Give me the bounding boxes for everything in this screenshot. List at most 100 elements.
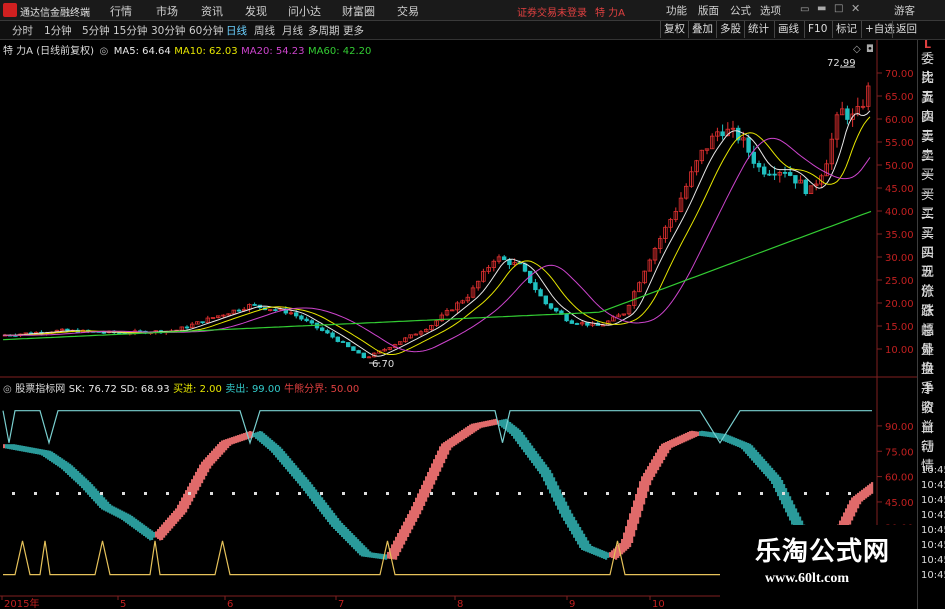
restore-icon[interactable]: ▬ bbox=[817, 3, 826, 14]
indicator-band-segment bbox=[599, 549, 602, 558]
minimize-icon[interactable]: ▭ bbox=[800, 4, 809, 15]
login-notice[interactable]: 证券交易未登录 bbox=[517, 4, 587, 19]
y-tick-label: 10.00 bbox=[885, 345, 914, 356]
bull-bear-dot bbox=[650, 492, 653, 495]
btn-draw[interactable]: 画线 bbox=[774, 21, 802, 38]
indicator-band-segment bbox=[521, 432, 524, 450]
menu-discover[interactable]: 发现 bbox=[245, 3, 267, 19]
period-multi[interactable]: 多周期 bbox=[308, 23, 340, 38]
menu-market[interactable]: 市场 bbox=[156, 3, 178, 19]
indicator-band-segment bbox=[53, 452, 56, 464]
period-5min[interactable]: 5分钟 bbox=[82, 23, 110, 38]
period-weekly[interactable]: 周线 bbox=[254, 23, 275, 38]
menu-news[interactable]: 资讯 bbox=[201, 3, 223, 19]
menu-quotes[interactable]: 行情 bbox=[110, 3, 132, 19]
indicator-band-segment bbox=[361, 543, 364, 557]
period-monthly[interactable]: 月线 bbox=[282, 23, 303, 38]
menu-function[interactable]: 功能 bbox=[666, 3, 687, 18]
bull-bear-dot bbox=[408, 492, 411, 495]
indicator-band-segment bbox=[255, 432, 258, 439]
indicator-band-segment bbox=[263, 433, 266, 446]
indicator-band-segment bbox=[399, 529, 402, 553]
indicator-band-segment bbox=[375, 553, 378, 559]
btn-f10[interactable]: F10 bbox=[804, 21, 830, 38]
btn-fuquan[interactable]: 复权 bbox=[660, 21, 688, 38]
indicator-band-segment bbox=[17, 444, 20, 451]
candle-body bbox=[335, 336, 340, 342]
indicator-band-segment bbox=[19, 445, 22, 452]
indicator-band-segment bbox=[863, 488, 866, 500]
indicator-band-segment bbox=[703, 431, 706, 437]
indicator-band-segment bbox=[241, 433, 244, 442]
price-chart[interactable]: 2015年 5 6 7 8 9 10 70.00 65.00 60.00 55.00 50.00 45… bbox=[0, 40, 917, 609]
indicator-band-segment bbox=[455, 434, 458, 445]
y-tick-label: 65.00 bbox=[885, 92, 914, 103]
indicator-band-segment bbox=[629, 513, 632, 548]
indicator-band-segment bbox=[431, 463, 434, 489]
indicator-band-segment bbox=[127, 513, 130, 525]
indicator-band-segment bbox=[221, 440, 224, 455]
indicator-band-segment bbox=[191, 479, 194, 502]
indicator-band-segment bbox=[541, 459, 544, 478]
bull-bear-dot bbox=[474, 492, 477, 495]
indicator-band-segment bbox=[103, 497, 106, 511]
indicator-band-segment bbox=[573, 516, 576, 538]
indicator-band-segment bbox=[381, 553, 384, 560]
candle-body bbox=[762, 166, 767, 175]
indicator-band-segment bbox=[379, 553, 382, 559]
indicator-band-segment bbox=[239, 434, 242, 442]
menu-layout[interactable]: 版面 bbox=[698, 3, 719, 18]
indicator-band-segment bbox=[537, 453, 540, 472]
maximize-icon[interactable]: □ bbox=[834, 3, 843, 14]
menu-ask[interactable]: 问小达 bbox=[288, 3, 321, 19]
candle-body bbox=[845, 108, 850, 120]
indicator-band-segment bbox=[25, 446, 28, 453]
period-1min[interactable]: 1分钟 bbox=[44, 23, 72, 38]
btn-multistock[interactable]: 多股 bbox=[716, 21, 744, 38]
indicator-band-segment bbox=[107, 501, 110, 513]
indicator-band-segment bbox=[267, 436, 270, 450]
indicator-band-segment bbox=[331, 510, 334, 527]
btn-mark[interactable]: 标记 bbox=[832, 21, 860, 38]
candle-body bbox=[751, 151, 756, 164]
close-icon[interactable]: ✕ bbox=[851, 2, 860, 15]
period-60min[interactable]: 60分钟 bbox=[189, 23, 223, 38]
indicator-band-segment bbox=[669, 440, 672, 450]
menu-wealth[interactable]: 财富圈 bbox=[342, 3, 375, 19]
indicator-band-segment bbox=[31, 447, 34, 454]
menu-formula[interactable]: 公式 bbox=[730, 3, 751, 18]
indicator-band-segment bbox=[661, 443, 664, 464]
period-daily[interactable]: 日线 bbox=[226, 23, 247, 38]
btn-stats[interactable]: 统计 bbox=[744, 21, 772, 38]
indicator-band-segment bbox=[449, 438, 452, 451]
indicator-band-segment bbox=[523, 434, 526, 453]
indicator-band-segment bbox=[783, 484, 786, 509]
period-time[interactable]: 分时 bbox=[12, 23, 33, 38]
indicator-band-segment bbox=[347, 529, 350, 544]
candle-body bbox=[319, 327, 325, 331]
candle-body bbox=[351, 346, 356, 351]
indicator-band-segment bbox=[169, 515, 172, 531]
period-15min[interactable]: 15分钟 bbox=[113, 23, 147, 38]
menu-trade[interactable]: 交易 bbox=[397, 3, 419, 19]
period-more[interactable]: 更多 bbox=[343, 23, 364, 38]
indicator-band-segment bbox=[583, 533, 586, 551]
period-30min[interactable]: 30分钟 bbox=[151, 23, 185, 38]
indicator-band-segment bbox=[95, 488, 98, 504]
diamond-icon[interactable]: ◇ bbox=[853, 44, 861, 55]
menu-options[interactable]: 选项 bbox=[760, 3, 781, 18]
bull-bear-dot bbox=[826, 492, 829, 495]
indicator-band-segment bbox=[301, 472, 304, 489]
candle-body bbox=[361, 352, 366, 359]
btn-back[interactable]: 返回 bbox=[892, 21, 920, 38]
y-tick-label: 30.00 bbox=[885, 253, 914, 264]
side-panel-time: 10:45 bbox=[921, 465, 945, 476]
btn-overlay[interactable]: 叠加 bbox=[688, 21, 716, 38]
indicator-band-segment bbox=[343, 524, 346, 540]
bull-bear-dot bbox=[562, 492, 565, 495]
guest-label[interactable]: 游客 bbox=[894, 3, 915, 18]
bull-bear-dot bbox=[188, 492, 191, 495]
indicator-band-segment bbox=[105, 499, 108, 512]
indicator-band-segment bbox=[533, 448, 536, 466]
expand-icon[interactable]: ◘ bbox=[866, 44, 874, 55]
